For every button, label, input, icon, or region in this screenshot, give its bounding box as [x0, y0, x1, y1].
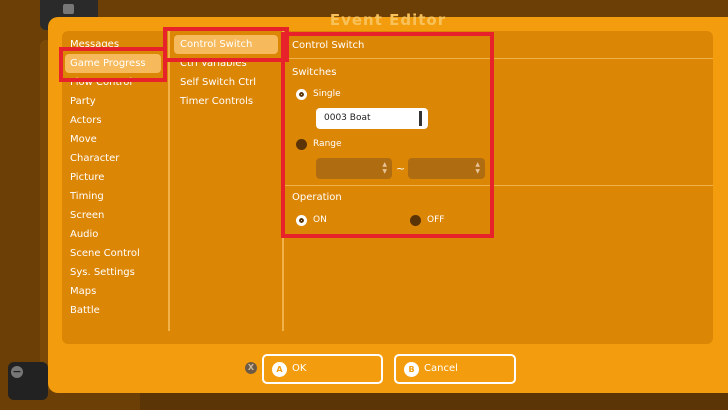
category-item[interactable]: Audio	[65, 225, 161, 244]
background-bottom-bar	[140, 392, 728, 410]
cancel-button[interactable]: B Cancel	[394, 354, 516, 384]
category-item[interactable]: Maps	[65, 282, 161, 301]
category-item[interactable]: Sys. Settings	[65, 263, 161, 282]
command-list: Control Switch Ctrl Variables Self Switch …	[168, 31, 280, 331]
category-item[interactable]: Screen	[65, 206, 161, 225]
category-item[interactable]: Timing	[65, 187, 161, 206]
command-item[interactable]: Timer Controls	[174, 92, 278, 111]
category-item[interactable]: Picture	[65, 168, 161, 187]
category-item[interactable]: Scene Control	[65, 244, 161, 263]
b-button-icon: B	[404, 362, 419, 377]
close-x-icon[interactable]: X	[245, 362, 257, 374]
highlight-game-progress	[59, 47, 167, 82]
highlight-control-switch	[163, 27, 289, 62]
category-item[interactable]: Battle	[65, 301, 161, 320]
a-button-icon: A	[272, 362, 287, 377]
ok-button[interactable]: A OK	[262, 354, 383, 384]
category-item[interactable]: Character	[65, 149, 161, 168]
category-item[interactable]: Move	[65, 130, 161, 149]
cancel-label: Cancel	[424, 363, 458, 374]
window-title: Event Editor	[329, 11, 447, 29]
category-item[interactable]: Actors	[65, 111, 161, 130]
category-item[interactable]: Party	[65, 92, 161, 111]
minus-icon: −	[11, 365, 23, 378]
highlight-switch-options	[281, 32, 494, 238]
ok-label: OK	[292, 363, 307, 374]
command-item[interactable]: Self Switch Ctrl	[174, 73, 278, 92]
